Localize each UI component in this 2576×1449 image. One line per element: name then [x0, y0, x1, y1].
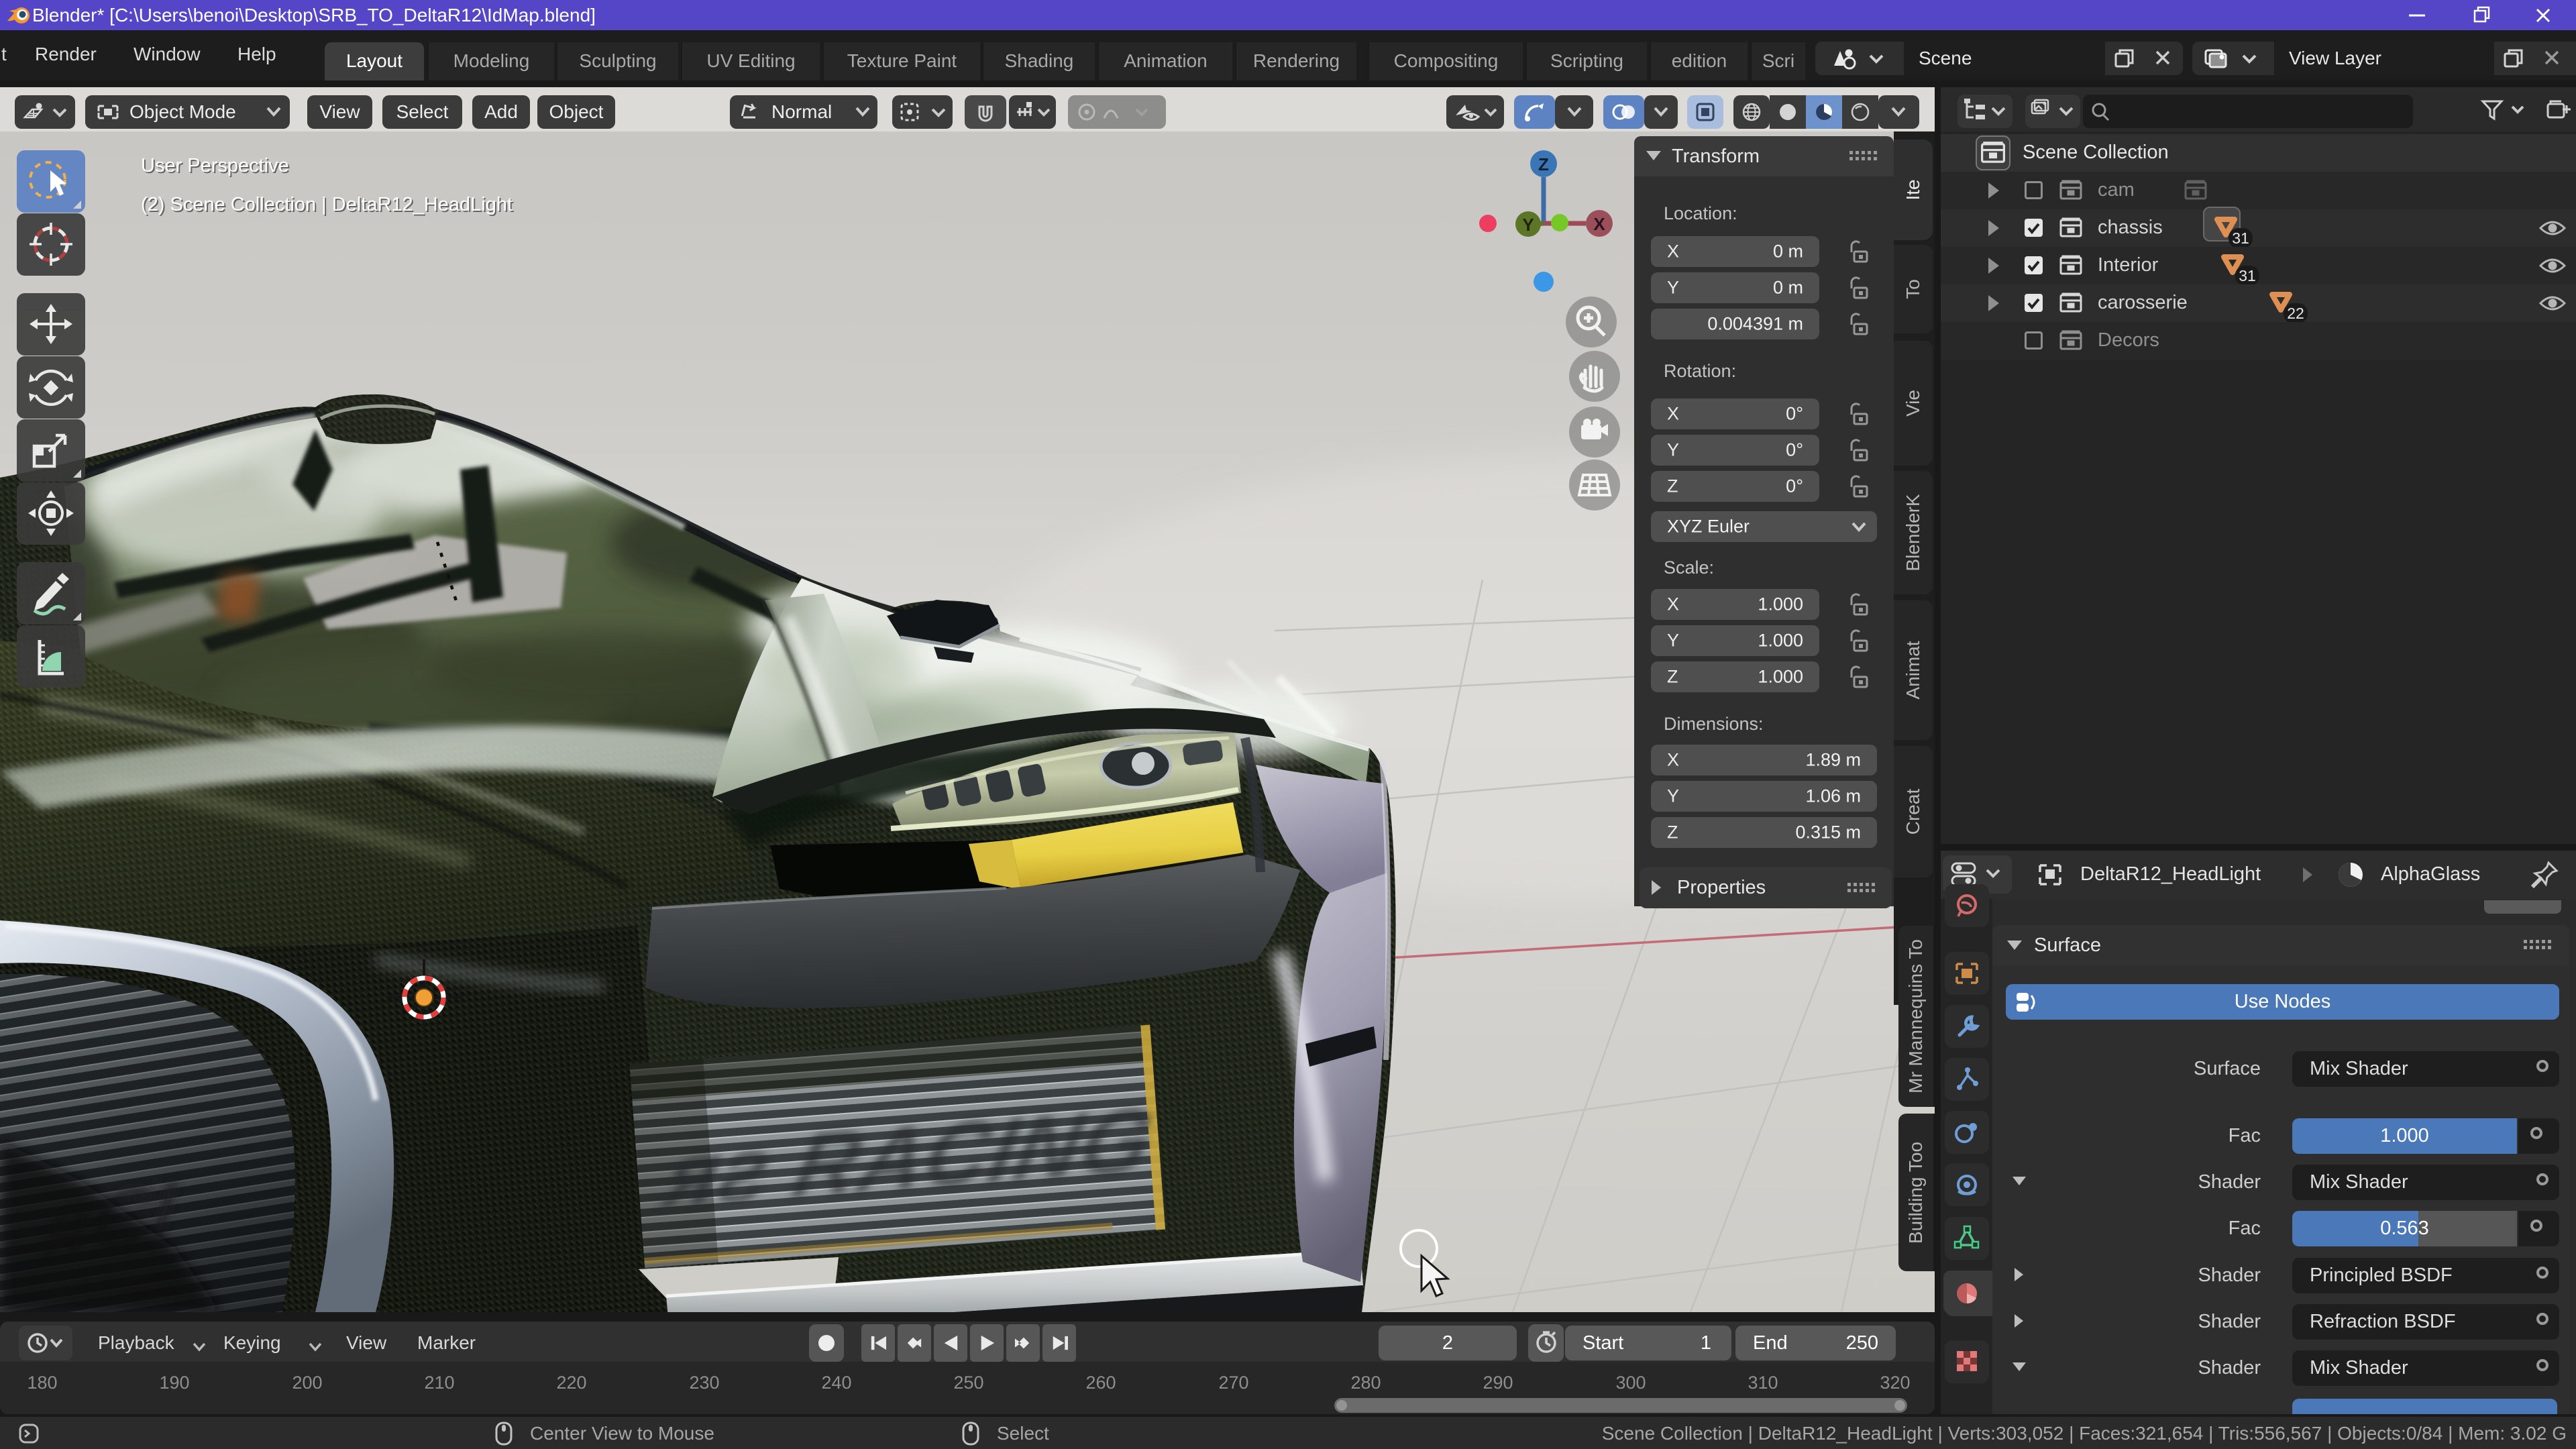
- svg-text:Y: Y: [1522, 215, 1534, 235]
- svg-text:Z: Z: [1538, 154, 1549, 174]
- svg-text:(2) Scene Collection | DeltaR1: (2) Scene Collection | DeltaR12_HeadLigh…: [141, 194, 513, 215]
- svg-text:X: X: [1593, 214, 1605, 234]
- svg-text:User Perspective: User Perspective: [141, 155, 289, 176]
